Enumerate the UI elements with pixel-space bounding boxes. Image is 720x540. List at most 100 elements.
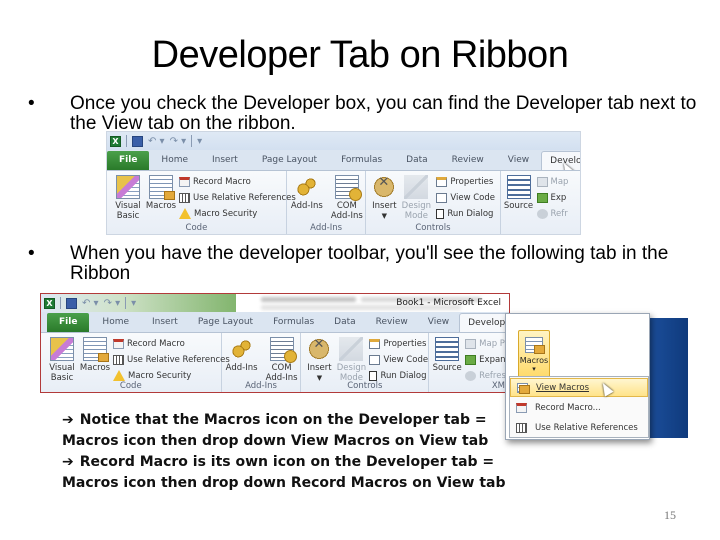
ribbon-groups: Visual Basic Macros Record Macro Use Rel… (41, 332, 509, 392)
arrow-icon: ➔ (62, 412, 74, 428)
ribbon-groups: Visual Basic Macros Record Macro Use Rel… (107, 170, 580, 234)
macros-icon (525, 337, 545, 354)
view-code-button[interactable]: View Code (369, 353, 428, 366)
visual-basic-button[interactable]: Visual Basic (47, 337, 77, 383)
tab-view[interactable]: View (418, 313, 459, 332)
insert-control-icon (372, 175, 397, 199)
bullet-2: • When you have the developer toolbar, y… (28, 244, 708, 284)
map-properties-icon (536, 176, 548, 187)
macro-security-button[interactable]: Macro Security (179, 207, 257, 220)
expansion-packs-button[interactable]: Expansio (465, 353, 509, 366)
map-properties-button[interactable]: Map (536, 175, 569, 188)
map-properties-icon (465, 338, 477, 349)
menu-item-record-macro[interactable]: Record Macro... (510, 398, 648, 417)
note-text: Notice that the Macros icon on the Devel… (79, 412, 487, 428)
tab-developer[interactable]: Developer (459, 313, 509, 332)
macros-button[interactable]: Macros (79, 337, 111, 373)
tab-insert[interactable]: Insert (142, 313, 188, 332)
group-label-code: Code (119, 381, 142, 391)
macros-label: Macros (519, 356, 549, 365)
use-relative-label: Use Relative References (193, 192, 296, 203)
insert-label: Insert (372, 201, 397, 211)
design-mode-button[interactable]: Design Mode (335, 337, 367, 383)
use-relative-references-button[interactable]: Use Relative References (179, 191, 296, 204)
visual-basic-button[interactable]: Visual Basic (113, 175, 143, 221)
macros-label: Macros (145, 201, 177, 211)
tab-view[interactable]: View (496, 151, 541, 170)
view-code-icon (369, 354, 381, 365)
source-button[interactable]: Source (503, 175, 535, 211)
group-label-code: Code (185, 223, 208, 233)
tab-page-layout[interactable]: Page Layout (188, 313, 263, 332)
add-ins-button[interactable]: Add-Ins (289, 175, 325, 211)
tab-review[interactable]: Review (366, 313, 418, 332)
redo-icon[interactable]: ↷ ▾ (104, 298, 121, 309)
quick-access-toolbar: X ↶ ▾ ↷ ▾ ▾ (107, 132, 580, 150)
refresh-data-button[interactable]: Refr (536, 207, 568, 220)
save-icon[interactable] (132, 135, 143, 147)
redo-icon[interactable]: ↷ ▾ (170, 136, 187, 147)
macro-security-label: Macro Security (194, 208, 258, 219)
visual-basic-icon (116, 175, 140, 199)
tab-file[interactable]: File (107, 151, 150, 170)
insert-control-button[interactable]: Insert ▼ (368, 175, 400, 221)
customize-qat-icon[interactable]: ▾ (197, 136, 202, 147)
group-label-controls: Controls (347, 381, 383, 391)
insert-control-icon (307, 337, 332, 361)
group-label-addins: Add-Ins (310, 223, 343, 233)
menu-item-view-macros[interactable]: View Macros (510, 378, 648, 397)
use-relative-references-button[interactable]: Use Relative References (113, 353, 230, 366)
record-macro-button[interactable]: Record Macro (179, 175, 251, 188)
source-label: Source (432, 363, 462, 373)
macros-menu: View Macros Record Macro... Use Relative… (509, 376, 649, 438)
note-text: Record Macro is its own icon on the Deve… (79, 454, 495, 470)
add-ins-button[interactable]: Add-Ins (224, 337, 260, 373)
customize-qat-icon[interactable]: ▾ (131, 298, 136, 309)
design-mode-button[interactable]: Design Mode (400, 175, 432, 221)
record-macro-button[interactable]: Record Macro (113, 337, 185, 350)
expansion-packs-button[interactable]: Exp (536, 191, 566, 204)
bullet-marker: • (28, 243, 35, 264)
group-code: Visual Basic Macros Record Macro Use Rel… (107, 171, 296, 234)
save-icon[interactable] (66, 297, 77, 309)
view-code-button[interactable]: View Code (436, 191, 495, 204)
macros-popup: Macros ▾ View Macros Record Macro... Use… (505, 313, 650, 440)
group-label-controls: Controls (415, 223, 451, 233)
properties-button[interactable]: Properties (369, 337, 426, 350)
properties-icon (369, 338, 381, 349)
menu-item-use-relative-references[interactable]: Use Relative References (510, 418, 648, 437)
undo-icon[interactable]: ↶ ▾ (82, 298, 99, 309)
record-macro-icon (179, 176, 190, 187)
tab-home[interactable]: Home (149, 151, 200, 170)
bullet-marker: • (28, 93, 35, 114)
map-label: Map (550, 176, 569, 187)
tab-review[interactable]: Review (440, 151, 496, 170)
relative-references-icon (179, 192, 190, 203)
macros-button[interactable]: Macros (145, 175, 177, 211)
excel-app-icon[interactable]: X (110, 135, 121, 147)
tab-data[interactable]: Data (394, 151, 440, 170)
map-properties-button[interactable]: Map Proc (465, 337, 509, 350)
run-dialog-button[interactable]: Run Dialog (436, 207, 493, 220)
tab-formulas[interactable]: Formulas (329, 151, 394, 170)
com-add-ins-button[interactable]: COM Add-Ins (264, 337, 300, 383)
refresh-data-icon (465, 370, 477, 381)
com-add-ins-button[interactable]: COM Add-Ins (329, 175, 365, 221)
tab-page-layout[interactable]: Page Layout (250, 151, 329, 170)
tab-formulas[interactable]: Formulas (263, 313, 324, 332)
tab-insert[interactable]: Insert (200, 151, 250, 170)
undo-icon[interactable]: ↶ ▾ (148, 136, 165, 147)
group-label-xml: XM (491, 381, 505, 391)
insert-control-button[interactable]: Insert ▼ (303, 337, 335, 383)
properties-button[interactable]: Properties (436, 175, 493, 188)
excel-app-icon[interactable]: X (44, 297, 55, 309)
source-button[interactable]: Source (431, 337, 463, 373)
tab-file[interactable]: File (47, 313, 90, 332)
tab-home[interactable]: Home (89, 313, 142, 332)
properties-label: Properties (383, 338, 427, 349)
macros-dropdown-button[interactable]: Macros ▾ (518, 330, 550, 382)
view-code-label: View Code (450, 192, 495, 203)
run-dialog-label: Run Dialog (380, 370, 427, 381)
tab-data[interactable]: Data (324, 313, 366, 332)
relative-references-icon (516, 422, 527, 433)
